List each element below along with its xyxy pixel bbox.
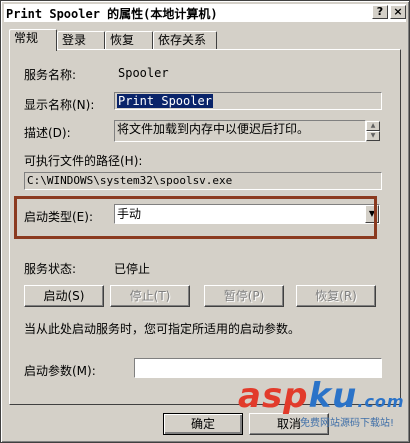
startup-type-select[interactable]: 手动 ▼ (114, 204, 380, 224)
stop-service-button[interactable]: 停止(T) (110, 285, 190, 307)
chevron-down-icon[interactable]: ▼ (365, 205, 379, 223)
tab-recovery[interactable]: 恢复 (105, 31, 153, 50)
start-params-hint: 当从此处启动服务时，您可指定所适用的启动参数。 (24, 322, 301, 336)
description-scroll-up[interactable]: ▲ (366, 121, 380, 131)
service-status-label: 服务状态: (24, 262, 77, 276)
start-params-input[interactable] (134, 358, 382, 378)
tab-general[interactable]: 常规 (9, 29, 57, 51)
description-field[interactable]: 将文件加载到内存中以便迟后打印。 (114, 120, 366, 142)
watermark-subtitle: 免费网站源码下载站! (300, 418, 395, 429)
display-name-value: Print Spooler (117, 94, 213, 108)
tab-logon[interactable]: 登录 (57, 31, 105, 50)
startup-type-label: 启动类型(E): (24, 210, 93, 224)
startup-type-value: 手动 (117, 207, 142, 221)
help-button[interactable]: ? (372, 5, 388, 19)
resume-service-button[interactable]: 恢复(R) (296, 285, 376, 307)
exe-path-label: 可执行文件的路径(H): (24, 154, 143, 168)
start-service-button[interactable]: 启动(S) (24, 285, 104, 307)
service-name-label: 服务名称: (24, 68, 77, 82)
window-title: Print Spooler 的属性(本地计算机) (6, 7, 218, 21)
pause-service-button[interactable]: 暂停(P) (204, 285, 284, 307)
tab-dependencies[interactable]: 依存关系 (153, 31, 217, 50)
start-params-label: 启动参数(M): (24, 364, 96, 378)
ok-button[interactable]: 确定 (163, 413, 243, 435)
display-name-label: 显示名称(N): (24, 98, 95, 112)
service-status-value: 已停止 (114, 262, 151, 276)
general-panel: 服务名称: Spooler 显示名称(N): Print Spooler 描述(… (9, 49, 401, 405)
display-name-field[interactable]: Print Spooler (114, 92, 382, 110)
description-label: 描述(D): (24, 126, 71, 140)
description-scroll-down[interactable]: ▼ (366, 131, 380, 141)
service-name-value: Spooler (118, 66, 169, 80)
title-bar[interactable]: Print Spooler 的属性(本地计算机) ? × (4, 4, 406, 22)
exe-path-field[interactable]: C:\WINDOWS\system32\spoolsv.exe (24, 172, 382, 190)
close-button[interactable]: × (390, 5, 406, 19)
